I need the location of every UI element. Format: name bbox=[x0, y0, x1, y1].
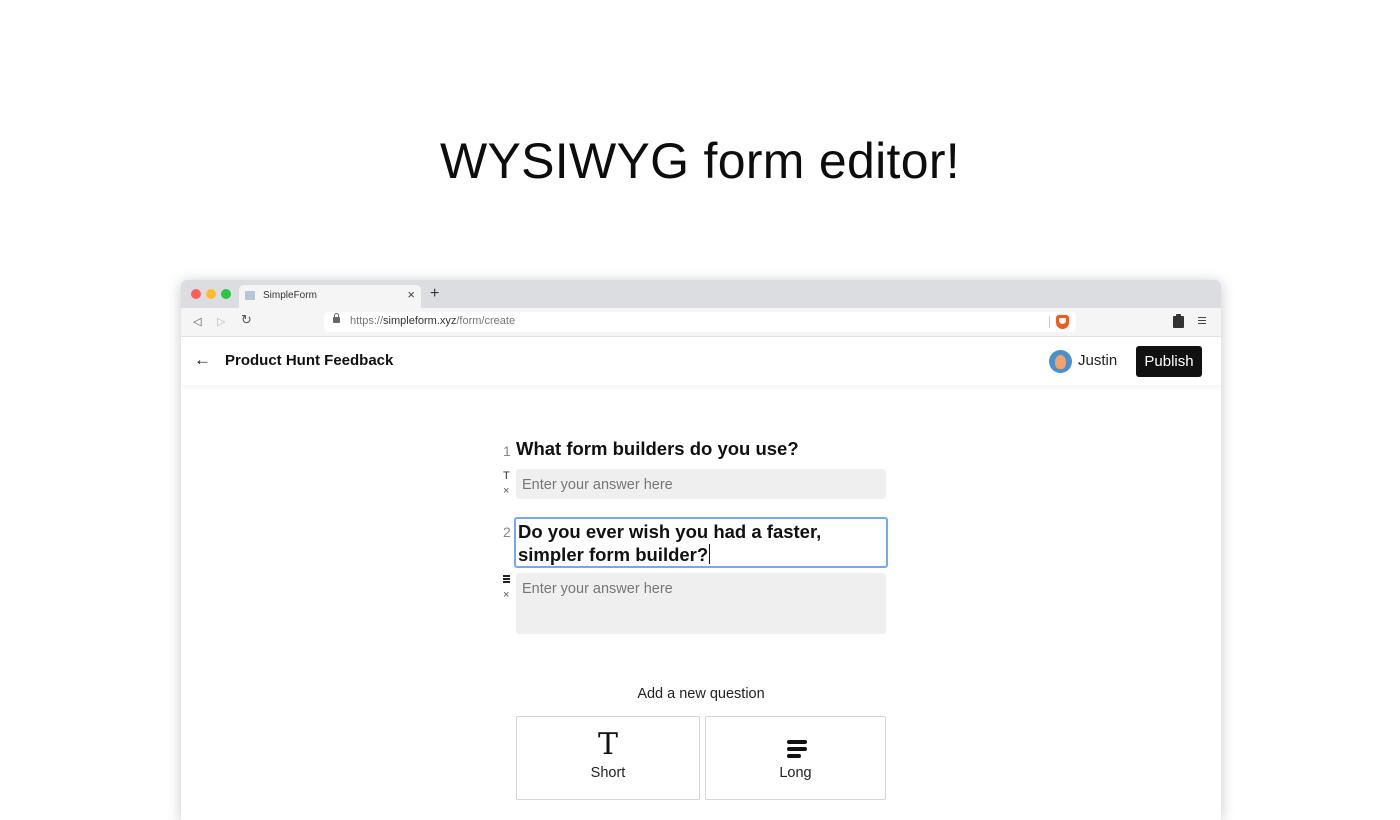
question-title[interactable]: What form builders do you use? bbox=[516, 437, 886, 460]
answer-field-long[interactable]: Enter your answer here bbox=[516, 573, 886, 634]
page-headline: WYSIWYG form editor! bbox=[440, 133, 960, 189]
url-text: https://simpleform.xyz/form/create bbox=[350, 315, 515, 327]
tab-close-icon[interactable]: × bbox=[407, 287, 415, 303]
url-scheme: https:// bbox=[350, 315, 384, 327]
clipboard-icon[interactable] bbox=[1173, 314, 1184, 328]
forward-icon[interactable]: ▷ bbox=[217, 315, 225, 329]
long-text-lines-icon bbox=[787, 740, 807, 761]
delete-question-icon[interactable]: × bbox=[503, 485, 509, 497]
add-short-question-button[interactable]: T Short bbox=[516, 716, 700, 800]
delete-question-icon[interactable]: × bbox=[503, 589, 509, 601]
close-window-icon[interactable] bbox=[191, 289, 201, 299]
short-label: Short bbox=[590, 765, 626, 781]
back-icon[interactable]: ◁ bbox=[193, 315, 201, 329]
question-title-input[interactable]: Do you ever wish you had a faster, simpl… bbox=[514, 517, 888, 568]
reload-icon[interactable]: ↻ bbox=[241, 313, 252, 327]
maximize-window-icon[interactable] bbox=[221, 289, 231, 299]
long-text-lines-icon[interactable] bbox=[503, 575, 510, 584]
browser-tabbar: SimpleForm × + bbox=[181, 280, 1221, 308]
question-title-text: Do you ever wish you had a faster, simpl… bbox=[518, 521, 822, 565]
url-divider bbox=[1049, 316, 1050, 328]
url-domain: simpleform.xyz bbox=[383, 315, 457, 327]
add-question-label: Add a new question bbox=[637, 686, 765, 702]
publish-button[interactable]: Publish bbox=[1136, 346, 1202, 377]
question-number: 1 bbox=[503, 443, 511, 459]
browser-window: SimpleForm × + ◁ ▷ ↻ https://simpleform.… bbox=[181, 280, 1221, 820]
lock-icon bbox=[333, 313, 340, 323]
text-t-icon: T bbox=[597, 727, 618, 762]
app-header: ← Product Hunt Feedback Justin Publish bbox=[181, 337, 1221, 385]
address-bar[interactable]: https://simpleform.xyz/form/create bbox=[324, 312, 1076, 332]
hamburger-menu-icon[interactable] bbox=[1198, 317, 1206, 326]
new-tab-icon[interactable]: + bbox=[430, 285, 439, 303]
minimize-window-icon[interactable] bbox=[206, 289, 216, 299]
text-t-icon[interactable]: T bbox=[503, 470, 510, 482]
back-arrow-icon[interactable]: ← bbox=[194, 350, 211, 370]
long-label: Long bbox=[779, 765, 812, 781]
browser-tab[interactable]: SimpleForm × bbox=[239, 285, 421, 308]
tab-title: SimpleForm bbox=[263, 290, 317, 301]
form-title[interactable]: Product Hunt Feedback bbox=[225, 352, 393, 369]
url-path: /form/create bbox=[456, 315, 516, 327]
brave-shield-icon[interactable] bbox=[1056, 315, 1069, 329]
answer-field-short[interactable]: Enter your answer here bbox=[516, 469, 886, 499]
avatar[interactable] bbox=[1049, 350, 1072, 373]
text-caret bbox=[709, 544, 711, 564]
user-name[interactable]: Justin bbox=[1078, 352, 1117, 369]
add-long-question-button[interactable]: Long bbox=[705, 716, 886, 800]
browser-toolbar: ◁ ▷ ↻ https://simpleform.xyz/form/create bbox=[181, 308, 1221, 337]
favicon-icon bbox=[245, 291, 255, 300]
question-number: 2 bbox=[503, 524, 511, 540]
